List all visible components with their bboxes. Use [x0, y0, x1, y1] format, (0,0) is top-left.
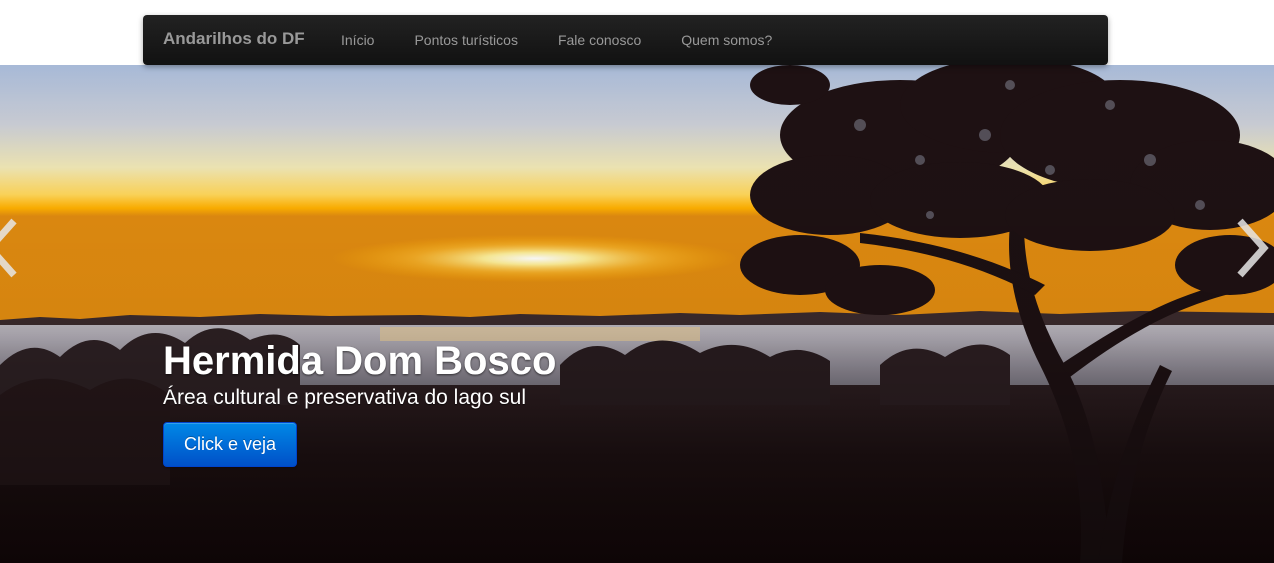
hero-image-sunset	[0, 65, 1274, 563]
carousel-caption: Hermida Dom Bosco Área cultural e preser…	[163, 337, 863, 467]
nav-item-fale-conosco[interactable]: Fale conosco	[538, 15, 661, 65]
carousel-next-control[interactable]	[1232, 213, 1272, 283]
nav-item-quem-somos[interactable]: Quem somos?	[661, 15, 792, 65]
page: Hermida Dom Bosco Área cultural e preser…	[0, 0, 1274, 563]
brand-link[interactable]: Andarilhos do DF	[163, 15, 305, 65]
slide-subtitle: Área cultural e preservativa do lago sul	[163, 386, 527, 409]
nav-menu: Início Pontos turísticos Fale conosco Qu…	[321, 15, 792, 65]
nav-item-pontos-turisticos[interactable]: Pontos turísticos	[394, 15, 538, 65]
chevron-right-icon	[1237, 218, 1269, 278]
nav-item-inicio[interactable]: Início	[321, 15, 394, 65]
carousel-prev-control[interactable]	[0, 213, 22, 283]
chevron-left-icon	[0, 218, 17, 278]
click-e-veja-button[interactable]: Click e veja	[163, 422, 298, 467]
hero-carousel: Hermida Dom Bosco Área cultural e preser…	[0, 65, 1274, 563]
top-navbar: Andarilhos do DF Início Pontos turístico…	[143, 15, 1108, 65]
slide-title: Hermida Dom Bosco	[163, 339, 557, 383]
